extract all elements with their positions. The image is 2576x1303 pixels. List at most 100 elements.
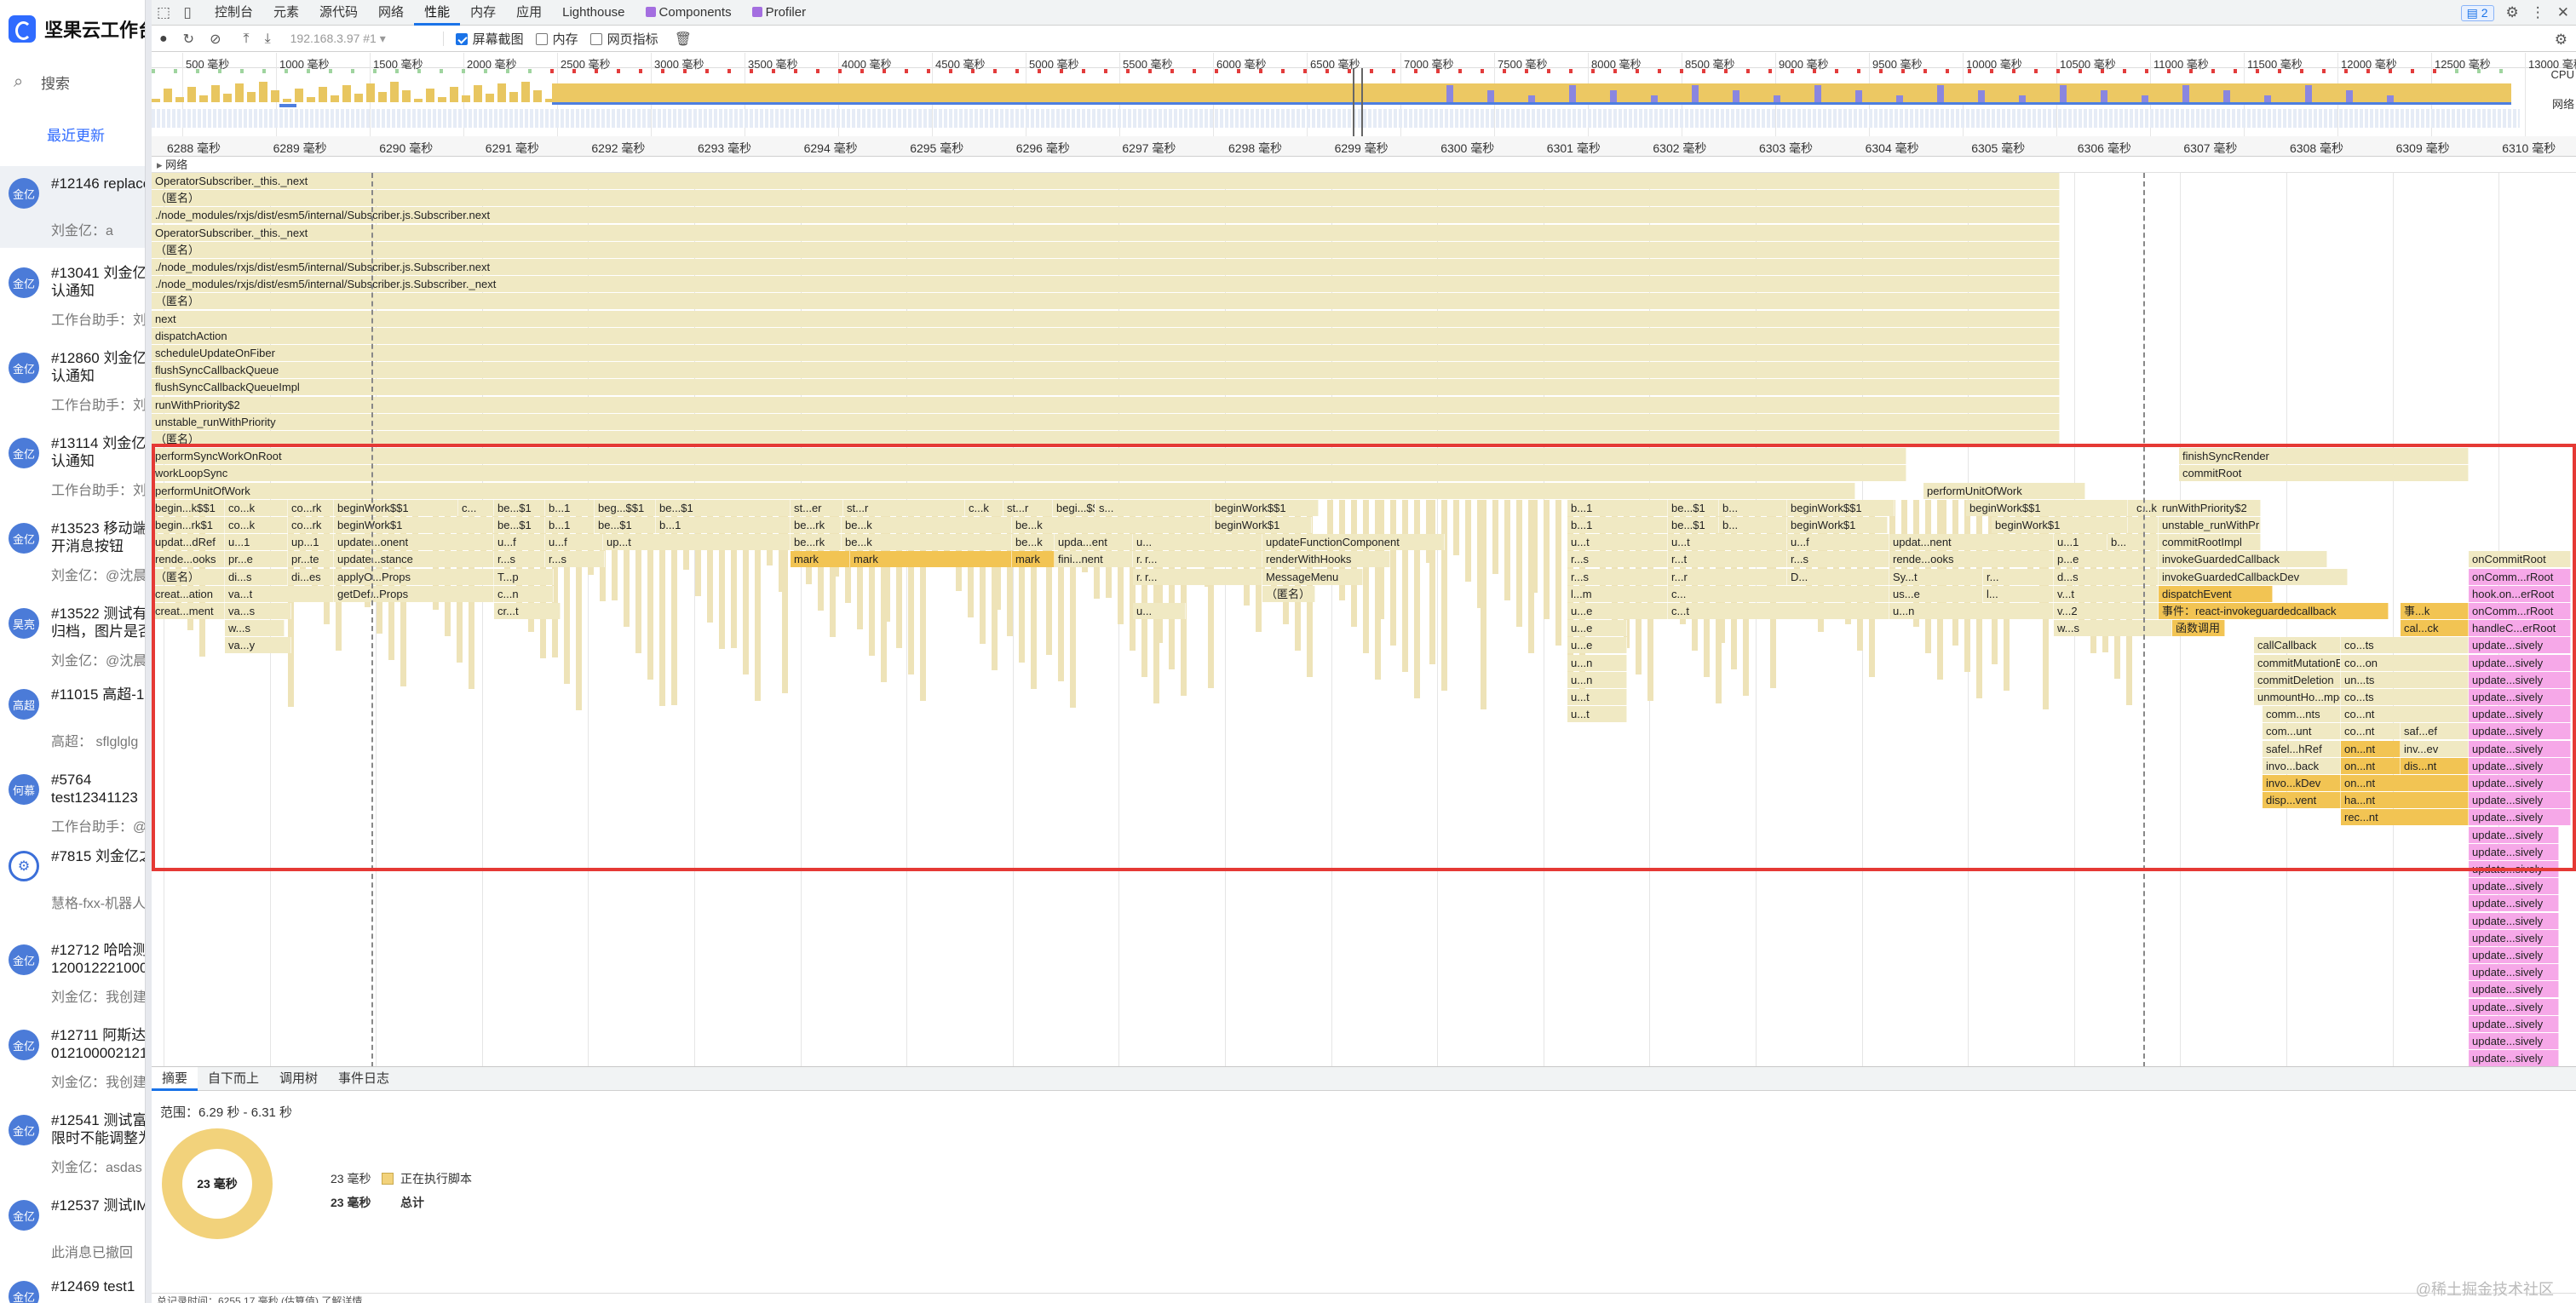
flame-frame[interactable]: u...n [1567, 672, 1627, 688]
sidebar-divider[interactable] [145, 0, 152, 1303]
search-box[interactable]: ⌕ 搜索 [14, 66, 70, 97]
flame-frame[interactable]: be...$1 [494, 517, 545, 533]
flame-frame[interactable]: applyO...Props [334, 569, 494, 585]
flame-frame[interactable]: begin...k$$1 [152, 500, 225, 516]
flame-frame[interactable]: runWithPriority$2 [2159, 500, 2261, 516]
flame-frame[interactable]: r... [1141, 551, 1262, 567]
flame-frame[interactable]: u...f [545, 534, 603, 550]
flame-frame[interactable]: dispatchEvent [2159, 586, 2273, 602]
flame-frame[interactable]: mark [1012, 551, 1055, 567]
flame-frame[interactable]: （匿名） [152, 293, 2060, 309]
flame-frame[interactable]: b... [1719, 500, 1787, 516]
flame-frame[interactable]: b...1 [1567, 500, 1668, 516]
flame-frame[interactable]: di...s [225, 569, 288, 585]
flame-frame[interactable]: beg...$$1 [595, 500, 656, 516]
flame-frame[interactable]: r... [1141, 569, 1262, 585]
flame-frame[interactable]: st...r [843, 500, 965, 516]
flame-frame[interactable]: update...sively [2469, 741, 2571, 757]
flame-frame[interactable]: update...sively [2469, 809, 2571, 825]
flame-frame[interactable]: w...s [225, 620, 285, 636]
flame-frame[interactable]: updat...dRef [152, 534, 225, 550]
flame-frame[interactable]: unstable_runWithPriority [2159, 517, 2261, 533]
flame-frame[interactable]: update...sively [2469, 723, 2571, 739]
conversation-item[interactable]: ⚙#7815 刘金亿之慧格-fxx-机器人 [0, 839, 145, 921]
flame-frame[interactable]: r...s [1567, 551, 1668, 567]
flame-frame[interactable]: u...t [1567, 534, 1668, 550]
flame-frame[interactable]: ./node_modules/rxjs/dist/esm5/internal/S… [152, 276, 2060, 292]
flame-frame[interactable]: rec...nt [2341, 809, 2469, 825]
flame-frame[interactable]: begi...$$1 [1053, 500, 1095, 516]
flame-frame[interactable]: u...e [1567, 620, 1627, 636]
flame-frame[interactable]: invokeGuardedCallbackDev [2159, 569, 2348, 585]
flame-frame[interactable]: （匿名） [152, 431, 2060, 447]
flame-frame[interactable]: r...t [1668, 551, 1787, 567]
flame-frame[interactable]: update...sively [2469, 930, 2559, 946]
flame-frame[interactable]: r...r [1668, 569, 1787, 585]
flame-frame[interactable]: （匿名） [152, 190, 2060, 206]
flame-frame[interactable]: be...$1 [1668, 517, 1719, 533]
device-toolbar-icon[interactable]: ▯ [175, 4, 199, 21]
flame-frame[interactable]: finishSyncRender [2179, 448, 2469, 464]
flame-frame[interactable]: update...sively [2469, 1033, 2559, 1049]
flame-frame[interactable]: l...m [1567, 586, 1668, 602]
flame-frame[interactable]: upda...ent [1055, 534, 1133, 550]
flame-frame[interactable]: u...e [1567, 603, 1668, 619]
flame-frame[interactable]: commitDeletion [2254, 672, 2341, 688]
more-options-icon[interactable]: ⋮ [2531, 4, 2545, 21]
flame-frame[interactable]: u...e [1567, 637, 1627, 653]
flame-frame[interactable]: commitRoot [2179, 465, 2469, 481]
capture-settings-icon[interactable]: ⚙ [2555, 32, 2567, 49]
flame-frame[interactable]: （匿名） [1262, 586, 1315, 602]
flame-frame[interactable]: ha...nt [2341, 792, 2469, 808]
flame-frame[interactable]: renderWithHooks [1262, 551, 1390, 567]
flame-frame[interactable]: u...n [1889, 603, 2054, 619]
network-track-header[interactable]: 网络 [152, 158, 2576, 173]
conversation-item[interactable]: 金亿#12146 replace刘金亿：a [0, 166, 145, 248]
flame-frame[interactable]: beginWork$1 [1211, 517, 1312, 533]
flame-frame[interactable]: va...s [225, 603, 291, 619]
flame-frame[interactable]: u...t [1567, 706, 1627, 722]
flame-frame[interactable]: be...k [842, 517, 1012, 533]
flame-frame[interactable]: flushSyncCallbackQueue [152, 362, 2060, 378]
flame-frame[interactable]: MessageMenu [1262, 569, 1363, 585]
flame-frame[interactable]: un...ts [2341, 672, 2469, 688]
flame-frame[interactable]: 事件：react-invokeguardedcallback [2159, 603, 2389, 619]
flame-frame[interactable]: co...ts [2341, 689, 2469, 705]
tab-5[interactable]: 内存 [460, 0, 506, 26]
flame-frame[interactable]: r...s [494, 551, 545, 567]
flame-frame[interactable]: update...sively [2469, 964, 2559, 980]
tab-4[interactable]: 性能 [414, 0, 460, 26]
flame-frame[interactable]: cr...t [494, 603, 561, 619]
flame-frame[interactable]: be...$1 [1668, 500, 1719, 516]
tab-8[interactable]: Components [635, 0, 742, 26]
flame-frame[interactable]: beginWork$$1 [334, 500, 458, 516]
conversation-item[interactable]: 昊亮#13522 测试有 归档，图片是否刘金亿：@沈晨 [0, 596, 145, 678]
flame-frame[interactable]: update...sively [2469, 775, 2571, 791]
flame-frame[interactable]: 事...k [2401, 603, 2469, 619]
flame-frame[interactable]: beginWork$1 [1992, 517, 2128, 533]
recording-select[interactable]: 192.168.3.97 #1 ▾ [290, 32, 444, 46]
flame-frame[interactable]: up...t [603, 534, 791, 550]
flame-frame[interactable]: updat...nent [1889, 534, 2054, 550]
flame-frame[interactable]: update...stance [334, 551, 494, 567]
flame-frame[interactable]: scheduleUpdateOnFiber [152, 345, 2060, 361]
flame-frame[interactable]: update...sively [2469, 947, 2559, 963]
settings-gear-icon[interactable]: ⚙ [2506, 4, 2519, 21]
flame-frame[interactable]: pr...e [225, 551, 288, 567]
flame-frame[interactable]: u...1 [2054, 534, 2107, 550]
conversation-item[interactable]: 金亿#12541 测试富 限时不能调整为刘金亿：asdas [0, 1103, 145, 1185]
flame-frame[interactable]: update...sively [2469, 981, 2559, 997]
flame-frame[interactable]: beginWork$1 [334, 517, 494, 533]
conversation-item[interactable]: 金亿#13114 刘金亿 认通知工作台助手：刘 [0, 426, 145, 508]
flame-frame[interactable]: hook.on...erRoot [2469, 586, 2571, 602]
flame-frame[interactable]: b...1 [1567, 517, 1668, 533]
tab-0[interactable]: 控制台 [204, 0, 263, 26]
flame-frame[interactable]: co...rk [288, 500, 334, 516]
reload-record-icon[interactable]: ↻ [175, 31, 202, 48]
flame-frame[interactable]: us...e [1889, 586, 1983, 602]
flame-frame[interactable]: b...1 [545, 517, 595, 533]
flame-frame[interactable]: onCommitRoot [2469, 551, 2571, 567]
tab-1[interactable]: 元素 [263, 0, 309, 26]
conversation-item[interactable]: 何慕#5764 test12341123工作台助手：@ [0, 762, 145, 844]
flame-frame[interactable]: u... [1133, 534, 1262, 550]
